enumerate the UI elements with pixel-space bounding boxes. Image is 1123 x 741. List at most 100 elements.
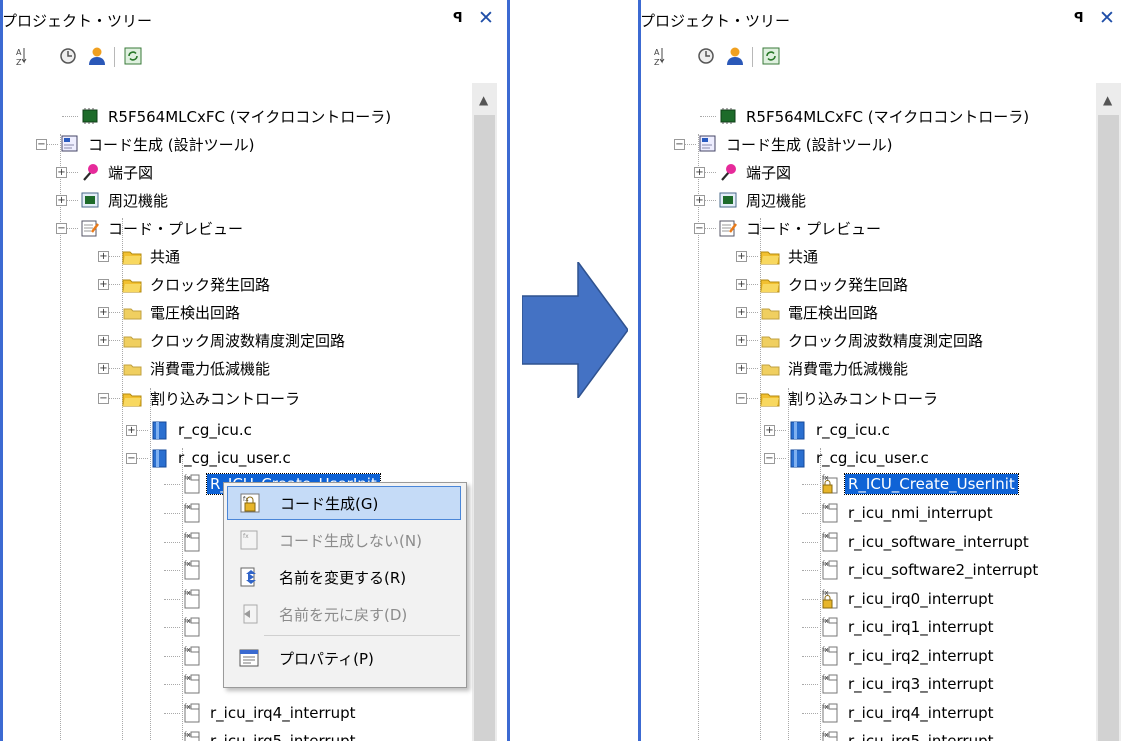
rename-icon [237, 565, 261, 589]
tree-item-code-generation[interactable]: コード生成 (設計ツール) [60, 130, 257, 158]
tree-item-r-cg-icu-c[interactable]: r_cg_icu.c [150, 416, 255, 444]
tree-item-function[interactable]: fx r_icu_irq1_interrupt [820, 613, 997, 641]
expand-icon[interactable]: + [736, 307, 747, 318]
tree-item-label: r_icu_irq0_interrupt [848, 590, 994, 608]
collapse-icon[interactable]: − [36, 139, 47, 150]
tree-item-clock-accuracy[interactable]: クロック周波数精度測定回路 [760, 326, 986, 354]
tree-item-pin-diagram[interactable]: 端子図 [80, 158, 156, 186]
tree-item-voltage-detector[interactable]: 電圧検出回路 [122, 298, 243, 326]
tree-item-function[interactable]: fx r_icu_nmi_interrupt [820, 499, 996, 527]
tree-item-peripherals[interactable]: 周辺機能 [718, 186, 809, 214]
collapse-icon[interactable]: − [98, 393, 109, 404]
scroll-thumb[interactable] [1098, 115, 1119, 741]
tree-item-function[interactable]: fx r_icu_irq4_interrupt [182, 699, 359, 727]
tree-item-common[interactable]: 共通 [122, 242, 183, 270]
tree-item-peripherals[interactable]: 周辺機能 [80, 186, 171, 214]
scroll-up-icon[interactable]: ▲ [479, 93, 488, 107]
expand-icon[interactable]: + [98, 251, 109, 262]
tree-item-low-power[interactable]: 消費電力低減機能 [122, 354, 273, 382]
expand-icon[interactable]: + [98, 307, 109, 318]
menu-item-no-code-generate[interactable]: fx コード生成しない(N) [227, 523, 461, 557]
chip-icon [80, 106, 100, 126]
tree-item-function[interactable]: fx r_icu_irq3_interrupt [820, 670, 997, 698]
expand-icon[interactable]: + [736, 363, 747, 374]
tree-item-interrupt-controller[interactable]: 割り込みコントローラ [122, 384, 303, 412]
collapse-icon[interactable]: − [56, 223, 67, 234]
close-icon[interactable]: ✕ [478, 7, 494, 29]
tree-item-r-icu-create-userinit[interactable]: fxR_ICU_Create_UserInit [820, 470, 1019, 498]
collapse-icon[interactable]: − [736, 393, 747, 404]
tree-scrollbar[interactable]: ▲ [1096, 83, 1121, 741]
tree-item-microcontroller[interactable]: R5F564MLCxFC (マイクロコントローラ) [80, 102, 394, 130]
scroll-thumb[interactable] [474, 115, 495, 741]
folder-gray-icon [760, 302, 780, 322]
menu-item-code-generate[interactable]: fx コード生成(G) [227, 486, 461, 520]
expand-icon[interactable]: + [56, 167, 67, 178]
tree-item-clock-accuracy[interactable]: クロック周波数精度測定回路 [122, 326, 348, 354]
svg-text:fx: fx [184, 474, 191, 482]
scroll-up-icon[interactable]: ▲ [1103, 93, 1112, 107]
func-icon: fx [820, 674, 840, 694]
collapse-icon[interactable]: − [126, 453, 137, 464]
func-icon: fx [182, 617, 202, 637]
svg-text:fx: fx [184, 560, 191, 568]
tree-item-function[interactable]: fx r_icu_software2_interrupt [820, 556, 1041, 584]
tree-item-clock-generator[interactable]: クロック発生回路 [760, 270, 911, 298]
tree-item-label: クロック発生回路 [150, 275, 271, 294]
pin-icon [718, 162, 738, 182]
expand-icon[interactable]: + [736, 279, 747, 290]
close-icon[interactable]: ✕ [1099, 7, 1115, 29]
expand-icon[interactable]: + [694, 195, 705, 206]
menu-item-label: 名前を元に戻す(D) [279, 605, 408, 624]
folder-icon [760, 246, 780, 266]
expand-icon[interactable]: + [56, 195, 67, 206]
collapse-icon[interactable]: − [694, 223, 705, 234]
tree-item-low-power[interactable]: 消費電力低減機能 [760, 354, 911, 382]
tree-item-label: コード生成 (設計ツール) [88, 135, 255, 154]
tree-item-pin-diagram[interactable]: 端子図 [718, 158, 794, 186]
tree-item-interrupt-controller[interactable]: 割り込みコントローラ [760, 384, 941, 412]
expand-icon[interactable]: + [98, 363, 109, 374]
expand-icon[interactable]: + [126, 425, 137, 436]
tree-item-code-preview[interactable]: コード・プレビュー [80, 214, 246, 242]
tree-item-function[interactable]: fx r_icu_software_interrupt [820, 528, 1032, 556]
tree-item-r-cg-icu-user-c[interactable]: r_cg_icu_user.c [788, 444, 932, 472]
tree-connector [802, 684, 818, 685]
chip-icon [718, 106, 738, 126]
preview-icon [718, 218, 738, 238]
expand-icon[interactable]: + [694, 167, 705, 178]
project-tree-panel-before: プロジェクト・ツリー ꟼ ✕ AZ ▲ R5F564MLCxFC (マイクロコン… [0, 0, 510, 741]
tree-item-code-preview[interactable]: コード・プレビュー [718, 214, 884, 242]
tree-item-function[interactable]: fx r_icu_irq0_interrupt [820, 585, 997, 613]
tree-item-microcontroller[interactable]: R5F564MLCxFC (マイクロコントローラ) [718, 102, 1032, 130]
tree-scrollbar[interactable]: ▲ [472, 83, 497, 741]
menu-item-revert-name[interactable]: 名前を元に戻す(D) [227, 597, 461, 631]
folder-gray-icon [122, 330, 142, 350]
tree-item-code-generation[interactable]: コード生成 (設計ツール) [698, 130, 895, 158]
arrow-right-icon [522, 262, 628, 398]
expand-icon[interactable]: + [98, 279, 109, 290]
tree-item-function[interactable]: fx r_icu_irq4_interrupt [820, 699, 997, 727]
tree-item-label: R_ICU_Create_UserInit [844, 473, 1019, 495]
collapse-icon[interactable]: − [674, 139, 685, 150]
tree-item-r-cg-icu-c[interactable]: r_cg_icu.c [788, 416, 893, 444]
tree-item-label: 端子図 [746, 163, 792, 182]
menu-item-rename[interactable]: 名前を変更する(R) [227, 560, 461, 594]
collapse-icon[interactable]: − [764, 453, 775, 464]
tree-item-function[interactable]: fx r_icu_irq2_interrupt [820, 642, 997, 670]
tree-item-voltage-detector[interactable]: 電圧検出回路 [760, 298, 881, 326]
func-icon: fx [820, 532, 840, 552]
expand-icon[interactable]: + [764, 425, 775, 436]
folder-gray-icon [760, 330, 780, 350]
tree-item-r-cg-icu-user-c[interactable]: r_cg_icu_user.c [150, 444, 294, 472]
expand-icon[interactable]: + [736, 251, 747, 262]
expand-icon[interactable]: + [98, 335, 109, 346]
tree-item-clock-generator[interactable]: クロック発生回路 [122, 270, 273, 298]
tree-item-function[interactable]: fx r_icu_irq5_interrupt [182, 727, 359, 741]
svg-text:fx: fx [184, 617, 191, 625]
menu-item-properties[interactable]: プロパティ(P) [227, 641, 461, 675]
expand-icon[interactable]: + [736, 335, 747, 346]
tree-item-common[interactable]: 共通 [760, 242, 821, 270]
tree-item-function[interactable]: fx r_icu_irq5_interrupt [820, 727, 997, 741]
folder-gray-icon [760, 358, 780, 378]
